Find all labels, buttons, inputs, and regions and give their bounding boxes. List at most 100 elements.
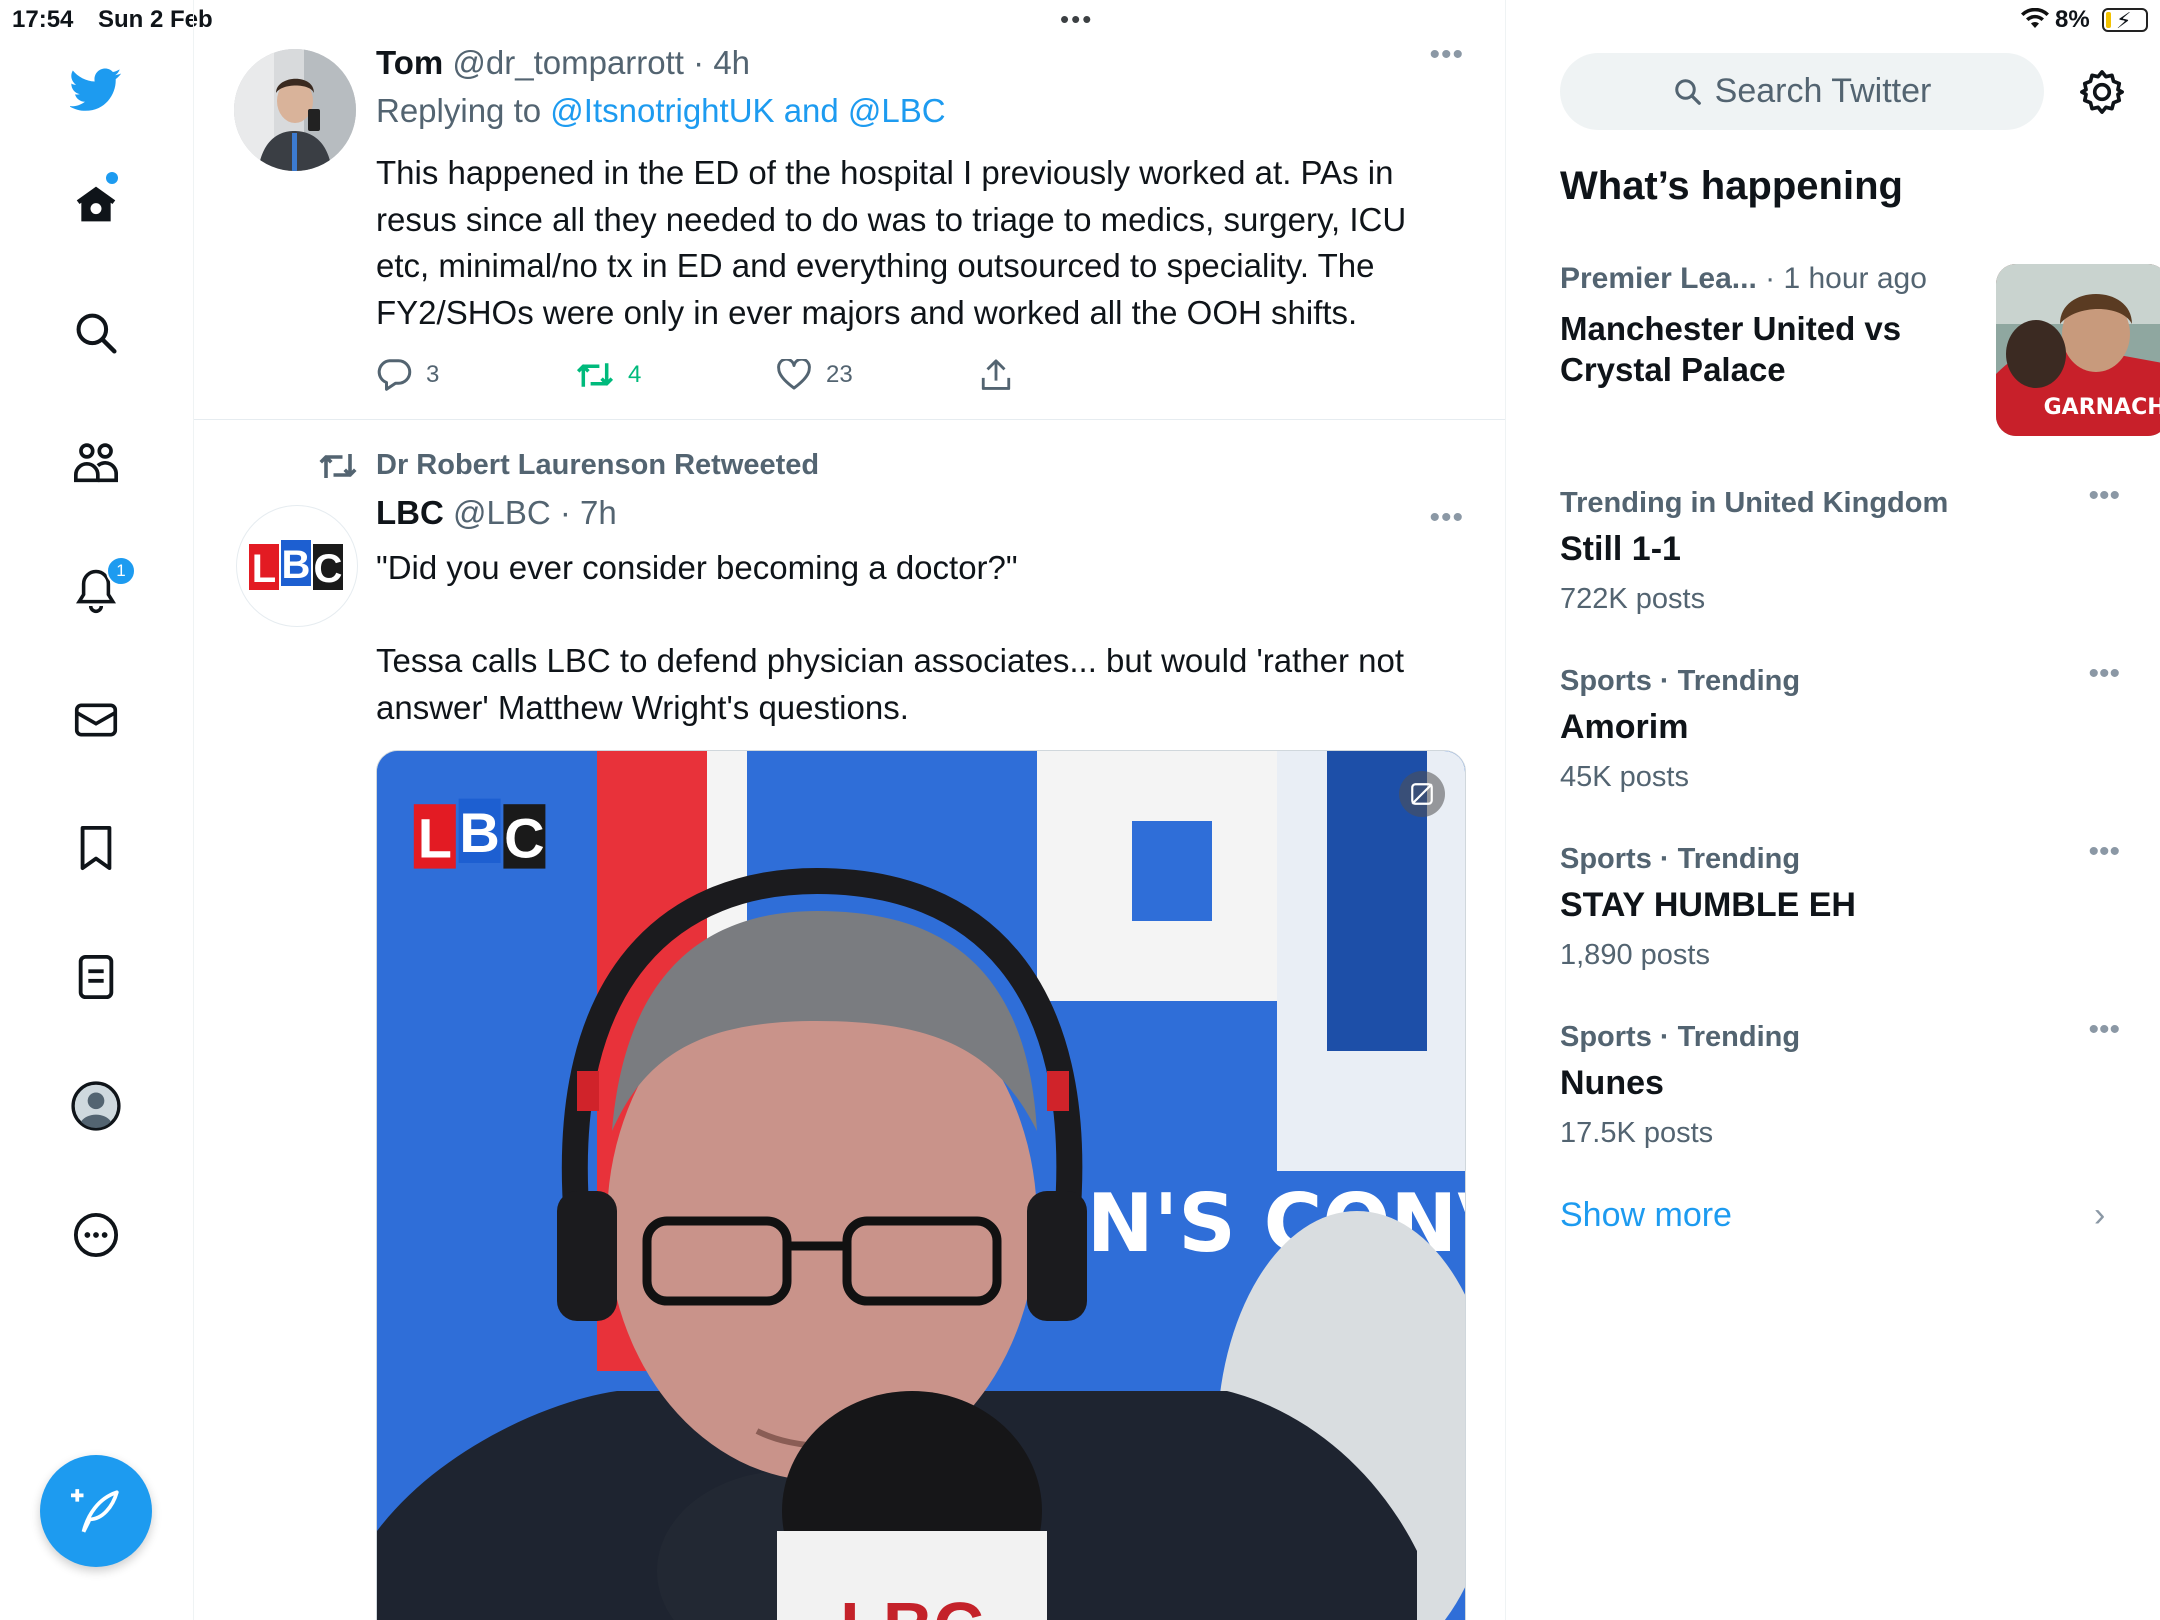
trend-more-icon[interactable]: ••• xyxy=(2088,835,2120,869)
like-button[interactable]: 23 xyxy=(776,350,853,400)
more-icon[interactable] xyxy=(70,1209,122,1261)
mic-logo-text: LBC xyxy=(840,1588,984,1620)
lbc-logo-icon: L B C xyxy=(249,540,343,591)
reply-button[interactable]: 3 xyxy=(376,350,439,400)
tweet-more-icon[interactable]: ••• xyxy=(1429,38,1464,72)
trend-item[interactable]: Trending in United Kingdom Still 1-1 722… xyxy=(1560,479,2120,627)
svg-text:L: L xyxy=(418,806,452,869)
sensitive-content-icon[interactable] xyxy=(1399,771,1445,817)
tweet-author-name[interactable]: LBC xyxy=(376,494,444,531)
svg-text:B: B xyxy=(282,543,311,587)
trend-topic: Nunes xyxy=(1560,1064,1664,1102)
retweeted-by: Dr Robert Laurenson Retweeted xyxy=(318,449,819,482)
compose-button[interactable] xyxy=(40,1455,152,1567)
gear-icon[interactable] xyxy=(2076,66,2128,118)
svg-text:C: C xyxy=(314,547,343,591)
tweet[interactable]: Dr Robert Laurenson Retweeted L B C LBC … xyxy=(194,421,1505,1620)
right-sidebar: Search Twitter What’s happening Premier … xyxy=(1506,0,2160,1620)
trend-more-icon[interactable]: ••• xyxy=(2088,1013,2120,1047)
retweet-icon xyxy=(319,453,357,478)
tweet-text-line: resus since all they needed to do was to… xyxy=(376,200,1407,238)
share-button[interactable] xyxy=(980,350,1012,400)
show-more-link[interactable]: Show more xyxy=(1560,1196,1732,1235)
home-icon[interactable] xyxy=(70,178,122,230)
timeline[interactable]: Tom @dr_tomparrott · 4h ••• Replying to … xyxy=(194,0,1506,1620)
twitter-logo-icon[interactable] xyxy=(70,64,122,116)
tweet-author-name[interactable]: Tom xyxy=(376,44,443,81)
news-source: Premier Lea... xyxy=(1560,262,1757,295)
tweet-text-line: answer' Matthew Wright's questions. xyxy=(376,688,909,726)
tweet-text-line: This happened in the ED of the hospital … xyxy=(376,154,1394,191)
tweet[interactable]: Tom @dr_tomparrott · 4h ••• Replying to … xyxy=(194,38,1505,420)
tweet-actions: 3 4 23 xyxy=(376,350,1076,400)
profile-icon[interactable] xyxy=(70,1080,122,1132)
retweeted-by-text[interactable]: Dr Robert Laurenson Retweeted xyxy=(376,449,819,482)
notifications-badge: 1 xyxy=(106,556,136,586)
trend-topic: Still 1-1 xyxy=(1560,530,1681,568)
tweet-header: Tom @dr_tomparrott · 4h xyxy=(376,44,751,81)
avatar[interactable] xyxy=(234,49,356,171)
reply-icon xyxy=(377,359,412,391)
tweet-header: LBC @LBC · 7h xyxy=(376,494,617,531)
trend-item[interactable]: Sports · Trending Nunes 17.5K posts ••• xyxy=(1560,1013,2120,1161)
section-title: What’s happening xyxy=(1560,164,1903,208)
messages-icon[interactable] xyxy=(70,694,122,746)
tweet-text-line: etc, minimal/no tx in ED and everything … xyxy=(376,247,1375,284)
tweet-timestamp[interactable]: 7h xyxy=(580,494,617,531)
trend-topic: Amorim xyxy=(1560,708,1689,746)
retweet-button[interactable]: 4 xyxy=(576,350,641,400)
search-icon xyxy=(1674,78,1701,105)
trend-topic: STAY HUMBLE EH xyxy=(1560,886,1856,924)
tweet-video[interactable]: IN'S CONVERS LBC xyxy=(376,750,1466,1620)
trend-item[interactable]: Sports · Trending STAY HUMBLE EH 1,890 p… xyxy=(1560,835,2120,983)
tweet-text-line: "Did you ever consider becoming a doctor… xyxy=(376,549,1018,586)
heart-icon xyxy=(777,359,811,390)
tweet-more-icon[interactable]: ••• xyxy=(1429,501,1464,535)
retweet-count: 4 xyxy=(628,361,642,388)
news-item[interactable]: Premier Lea... · 1 hour ago Manchester U… xyxy=(1560,262,2160,437)
thumbnail-text: GARNACHO xyxy=(2044,395,2160,420)
search-placeholder: Search Twitter xyxy=(1714,72,1932,110)
news-headline: Manchester United vs Crystal Palace xyxy=(1560,310,1902,388)
chevron-right-icon[interactable]: › xyxy=(2094,1196,2105,1235)
replying-prefix: Replying to xyxy=(376,92,542,129)
share-icon xyxy=(981,359,1011,390)
avatar[interactable]: L B C xyxy=(236,505,358,627)
trend-count: 45K posts xyxy=(1560,761,1689,793)
tweet-text-line: FY2/SHOs were only in ever majors and wo… xyxy=(376,293,1358,331)
replying-to-users[interactable]: @ItsnotrightUK and @LBC xyxy=(550,92,945,129)
tweet-author-handle[interactable]: @dr_tomparrott xyxy=(452,44,684,81)
trend-more-icon[interactable]: ••• xyxy=(2088,657,2120,691)
trend-context: Trending in United Kingdom xyxy=(1560,487,1949,519)
trend-item[interactable]: Sports · Trending Amorim 45K posts ••• xyxy=(1560,657,2120,805)
search-input[interactable]: Search Twitter xyxy=(1560,53,2044,130)
svg-text:C: C xyxy=(504,806,544,869)
news-time: · 1 hour ago xyxy=(1765,262,1927,295)
trend-count: 1,890 posts xyxy=(1560,939,1710,971)
tweet-text: This happened in the ED of the hospital … xyxy=(376,150,1456,336)
replying-to: Replying to @ItsnotrightUK and @LBC xyxy=(376,92,946,130)
communities-icon[interactable] xyxy=(70,436,122,488)
trend-count: 17.5K posts xyxy=(1560,1117,1714,1149)
lists-icon[interactable] xyxy=(70,951,122,1003)
tweet-text: "Did you ever consider becoming a doctor… xyxy=(376,545,1456,731)
home-notification-dot xyxy=(106,172,118,184)
tweet-text-line: Tessa calls LBC to defend physician asso… xyxy=(376,642,1405,679)
trend-context: Sports · Trending xyxy=(1560,843,1801,875)
reply-count: 3 xyxy=(426,361,440,388)
left-navigation: 1 xyxy=(0,0,194,1620)
news-thumbnail: GARNACHO xyxy=(1996,264,2160,436)
trend-count: 722K posts xyxy=(1560,583,1706,615)
trend-more-icon[interactable]: ••• xyxy=(2088,479,2120,513)
compose-icon xyxy=(71,1489,119,1533)
bookmarks-icon[interactable] xyxy=(70,822,122,874)
trend-context: Sports · Trending xyxy=(1560,1021,1801,1053)
search-icon[interactable] xyxy=(70,307,122,359)
trend-context: Sports · Trending xyxy=(1560,665,1801,697)
tweet-author-handle[interactable]: @LBC xyxy=(453,494,551,531)
svg-text:L: L xyxy=(252,547,276,591)
retweet-icon xyxy=(576,363,614,387)
svg-text:B: B xyxy=(459,801,499,864)
like-count: 23 xyxy=(826,361,853,388)
tweet-timestamp[interactable]: 4h xyxy=(713,44,750,81)
